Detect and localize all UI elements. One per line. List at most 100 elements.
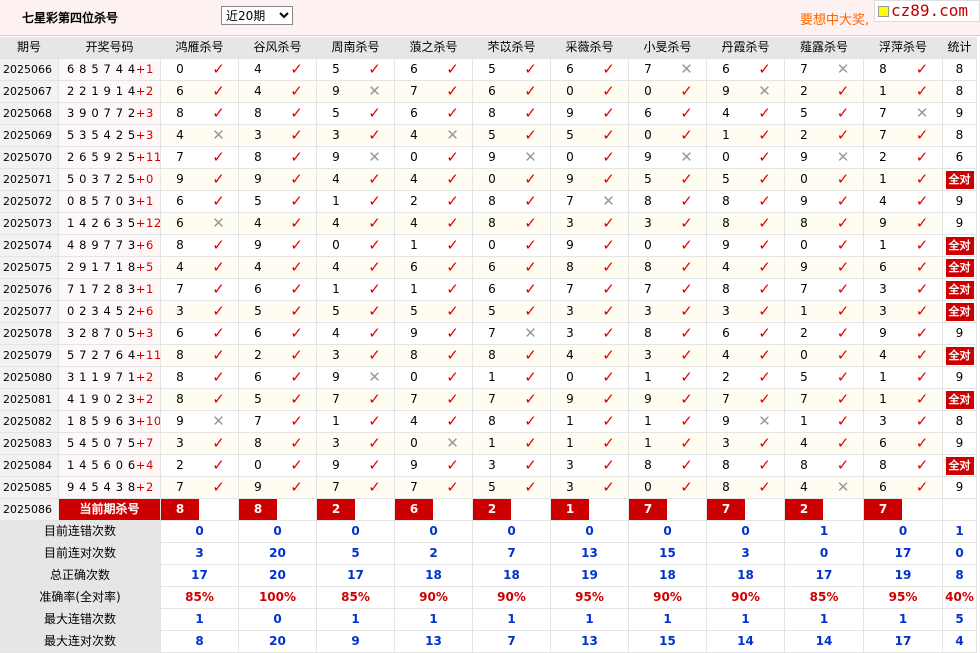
check-icon: ✓ — [524, 236, 537, 254]
kill-value: 1 — [332, 282, 340, 296]
row-stat: 9 — [943, 103, 977, 125]
kill-cell: 3 ✓ — [551, 477, 629, 499]
kill-cell: 9 ✕ — [317, 367, 395, 389]
check-icon: ✓ — [758, 60, 771, 78]
stat-value: 14 — [785, 631, 864, 653]
check-icon: ✓ — [290, 478, 303, 496]
kill-value: 4 — [800, 480, 808, 494]
current-kill-cell: 7 — [629, 499, 707, 521]
stat-value: 1 — [707, 609, 785, 631]
draw-digits: 1 4 2 6 3 5 — [67, 216, 136, 230]
period-select[interactable]: 近20期 — [221, 6, 293, 25]
top-bar: 七星彩第四位杀号 近20期 要想中大奖, cz89.com — [0, 0, 980, 36]
check-icon: ✓ — [758, 478, 771, 496]
cross-icon: ✕ — [524, 324, 537, 342]
row-stat: 全对 — [943, 345, 977, 367]
check-icon: ✓ — [836, 412, 850, 430]
draw-digits: 9 4 5 4 3 8 — [67, 480, 136, 494]
kill-cell: 8 ✓ — [629, 257, 707, 279]
check-icon: ✓ — [290, 412, 303, 430]
kill-cell: 2 ✓ — [785, 81, 864, 103]
kill-value: 0 — [566, 84, 574, 98]
logo-text: cz89.com — [891, 1, 969, 20]
kill-value: 8 — [800, 458, 808, 472]
row-stat: 9 — [943, 477, 977, 499]
kill-cell: 2 ✓ — [395, 191, 473, 213]
kill-value: 4 — [879, 348, 887, 362]
correct-count: 9 — [955, 194, 964, 208]
kill-cell: 4 ✓ — [395, 169, 473, 191]
draw-numbers: 1 4 2 6 3 5+12 — [59, 213, 161, 235]
kill-cell: 9 ✕ — [707, 411, 785, 433]
current-kill-value: 2 — [785, 499, 823, 520]
kill-value: 3 — [566, 458, 574, 472]
check-icon: ✓ — [836, 302, 850, 320]
kill-value: 1 — [644, 436, 652, 450]
check-icon: ✓ — [915, 170, 929, 188]
row-stat: 全对 — [943, 235, 977, 257]
check-icon: ✓ — [915, 390, 929, 408]
kill-value: 6 — [254, 370, 262, 384]
kill-value: 5 — [254, 304, 262, 318]
stat-value: 90% — [473, 587, 551, 609]
kill-value: 9 — [722, 414, 730, 428]
kill-cell: 6 ✕ — [161, 213, 239, 235]
stat-value: 1 — [551, 609, 629, 631]
stat-value: 17 — [161, 565, 239, 587]
column-header: 丹霞杀号 — [707, 37, 785, 59]
issue-number: 2025066 — [0, 59, 59, 81]
stat-value: 18 — [395, 565, 473, 587]
kill-cell: 8 ✓ — [551, 257, 629, 279]
kill-cell: 5 ✓ — [473, 125, 551, 147]
kill-value: 8 — [879, 62, 887, 76]
current-kill-cell: 7 — [864, 499, 943, 521]
kill-cell: 5 ✓ — [785, 367, 864, 389]
correct-count: 8 — [955, 414, 964, 428]
correct-count: 8 — [955, 84, 964, 98]
check-icon: ✓ — [915, 346, 929, 364]
kill-value: 6 — [176, 194, 184, 208]
site-logo[interactable]: cz89.com — [874, 0, 980, 22]
check-icon: ✓ — [368, 214, 381, 232]
kill-cell: 0 ✓ — [317, 235, 395, 257]
kill-cell: 7 ✓ — [317, 389, 395, 411]
check-icon: ✓ — [602, 214, 615, 232]
draw-bonus: +1 — [135, 282, 154, 296]
check-icon: ✓ — [524, 412, 537, 430]
kill-cell: 8 ✓ — [395, 345, 473, 367]
check-icon: ✓ — [368, 60, 381, 78]
kill-cell: 8 ✓ — [161, 235, 239, 257]
check-icon: ✓ — [602, 126, 615, 144]
kill-value: 9 — [879, 326, 887, 340]
check-icon: ✓ — [368, 324, 381, 342]
kill-value: 0 — [644, 84, 652, 98]
current-kill-cell: 2 — [473, 499, 551, 521]
row-stat: 8 — [943, 125, 977, 147]
draw-numbers: 3 1 1 9 7 1+2 — [59, 367, 161, 389]
draw-bonus: +5 — [135, 260, 154, 274]
kill-cell: 7 ✓ — [395, 477, 473, 499]
check-icon: ✓ — [758, 192, 771, 210]
draw-bonus: +3 — [135, 326, 154, 340]
check-icon: ✓ — [680, 478, 693, 496]
draw-bonus: +11 — [135, 150, 161, 164]
kill-cell: 0 ✓ — [785, 235, 864, 257]
kill-cell: 8 ✓ — [473, 191, 551, 213]
draw-bonus: +2 — [135, 370, 154, 384]
check-icon: ✓ — [602, 456, 615, 474]
check-icon: ✓ — [212, 324, 225, 342]
stat-value: 19 — [864, 565, 943, 587]
check-icon: ✓ — [368, 104, 381, 122]
kill-value: 4 — [410, 216, 418, 230]
kill-value: 0 — [410, 370, 418, 384]
draw-bonus: +4 — [135, 458, 154, 472]
stat-value: 18 — [473, 565, 551, 587]
ad-text[interactable]: 要想中大奖, — [800, 9, 869, 28]
kill-value: 0 — [332, 238, 340, 252]
row-stat: 9 — [943, 367, 977, 389]
issue-number: 2025076 — [0, 279, 59, 301]
kill-cell: 6 ✓ — [629, 103, 707, 125]
draw-digits: 7 1 7 2 8 3 — [67, 282, 136, 296]
stat-value: 20 — [239, 565, 317, 587]
kill-value: 9 — [566, 172, 574, 186]
